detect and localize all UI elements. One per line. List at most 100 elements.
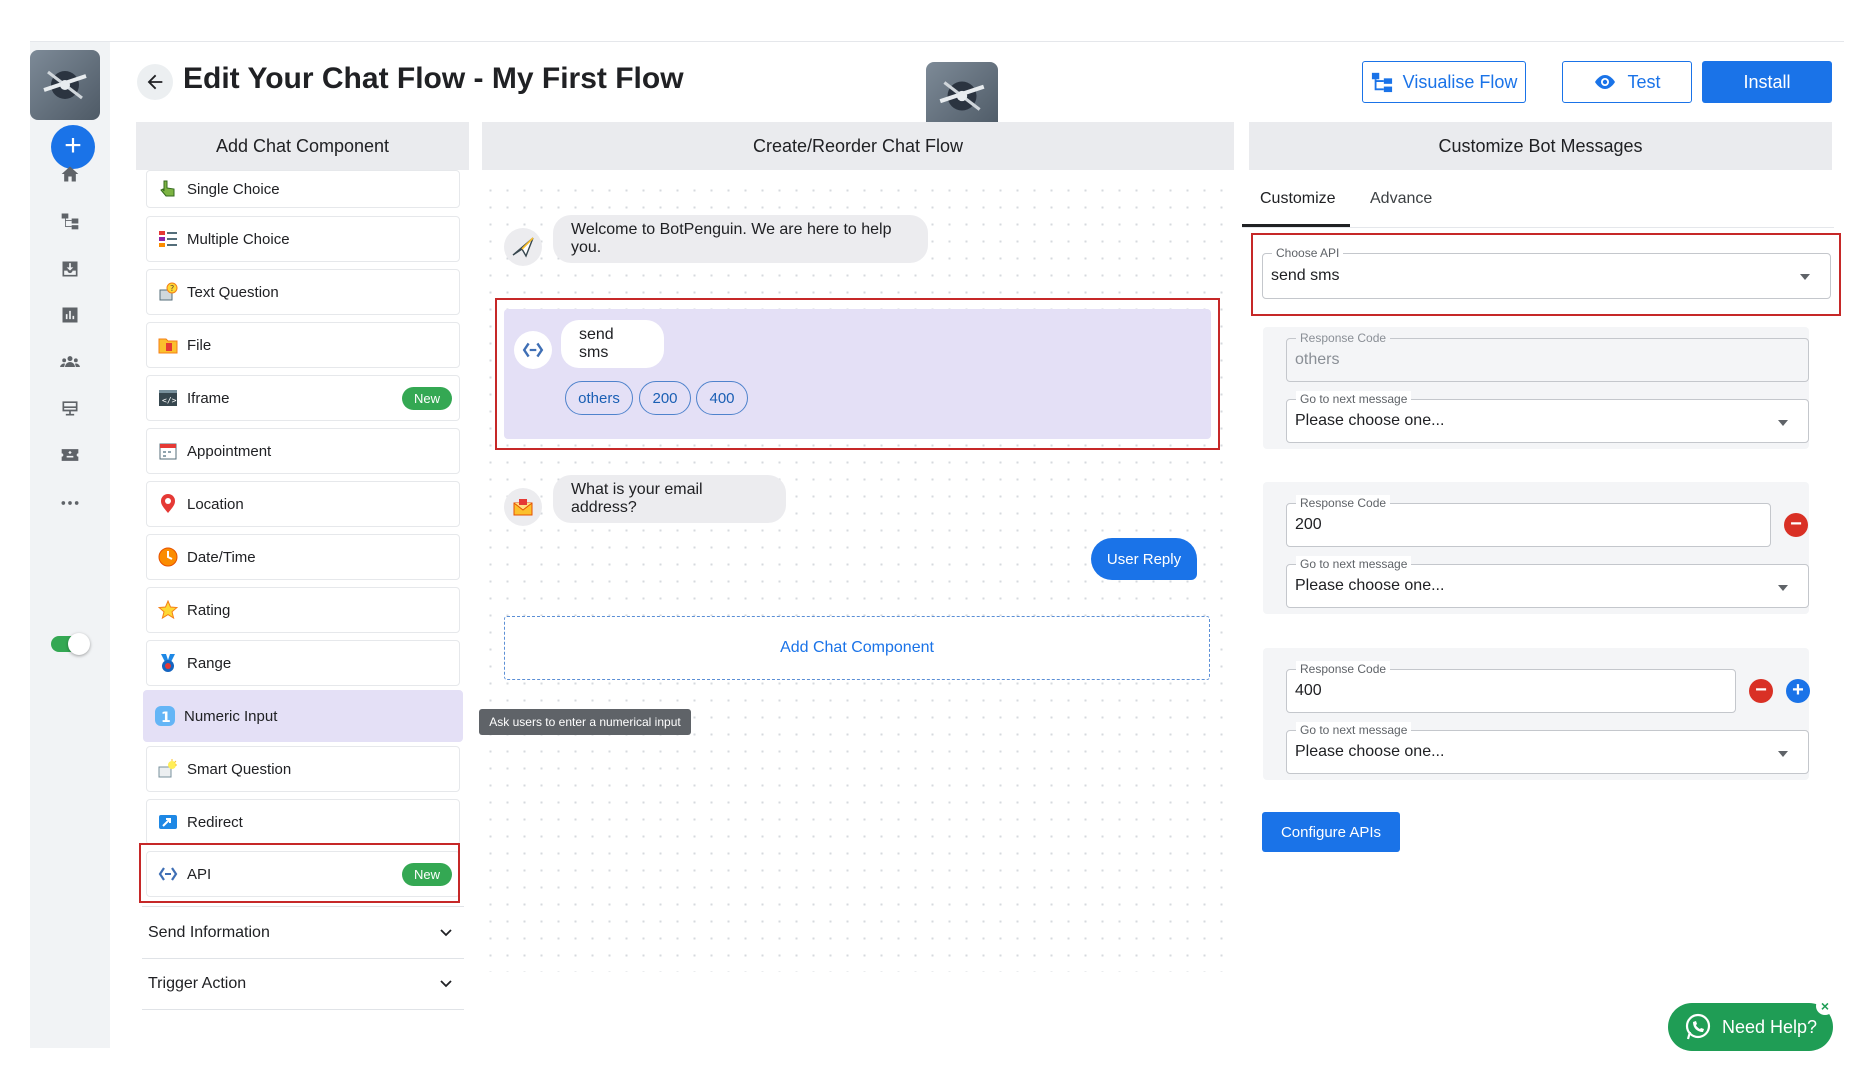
component-file[interactable]: File [146,322,460,368]
remove-response-200-button[interactable]: − [1784,513,1808,537]
visualise-flow-button[interactable]: Visualise Flow [1362,61,1526,103]
component-location[interactable]: Location [146,481,460,527]
field-label: Response Code [1296,330,1391,346]
response-code-input-others[interactable]: Response Code others [1286,330,1809,382]
code-window-icon: </> [157,387,179,409]
clock-icon [157,546,179,568]
tab-customize[interactable]: Customize [1260,190,1336,208]
choose-api-select[interactable]: Choose API send sms [1262,245,1831,299]
component-label: Location [187,495,244,513]
field-label: Response Code [1296,495,1391,511]
next-message-select-200[interactable]: Go to next message Please choose one... [1286,556,1809,608]
next-message-select-400[interactable]: Go to next message Please choose one... [1286,722,1809,774]
bot-logo-icon [939,81,985,111]
next-message-select-others[interactable]: Go to next message Please choose one... [1286,391,1809,443]
response-code-input-400[interactable]: Response Code 400 [1286,661,1736,713]
range-medal-icon [157,652,179,674]
svg-text:?: ? [170,284,174,293]
logo-icon [43,70,87,100]
new-badge: New [401,387,452,410]
flow-diagram-icon [1371,72,1392,93]
hand-pointer-icon [157,178,179,200]
need-help-button[interactable]: Need Help? [1668,1003,1833,1051]
user-reply-button[interactable]: User Reply [1091,538,1197,580]
users-icon[interactable] [55,347,85,377]
eye-icon [1595,75,1616,89]
component-appointment[interactable]: Appointment [146,428,460,474]
redirect-arrow-icon [157,811,179,833]
configure-apis-button[interactable]: Configure APIs [1262,812,1400,852]
accordion-trigger-action[interactable]: Trigger Action [142,958,464,1010]
component-api[interactable]: API New [146,851,460,897]
component-label: API [187,865,212,883]
accordion-send-information[interactable]: Send Information [142,906,464,958]
page-title: Edit Your Chat Flow - My First Flow [183,62,684,95]
chip-400[interactable]: 400 [696,381,748,415]
component-redirect[interactable]: Redirect [146,799,460,845]
next-message-value: Please choose one... [1295,412,1445,429]
component-label: Range [187,654,232,672]
add-chat-component-dropzone[interactable]: Add Chat Component [504,616,1210,680]
visualise-flow-label: Visualise Flow [1402,71,1518,92]
accordion-label: Trigger Action [148,975,247,992]
chevron-down-icon [440,980,452,988]
svg-text:1: 1 [161,710,171,726]
field-label: Choose API [1272,245,1344,261]
flow-tree-icon[interactable] [55,206,85,236]
botpenguin-logo[interactable] [30,50,100,120]
response-code-placeholder: others [1295,351,1340,368]
envelope-icon [504,488,542,526]
monitor-icon[interactable] [55,393,85,423]
new-badge: New [401,863,452,886]
customize-messages-header: Customize Bot Messages [1249,122,1832,170]
numeric-input-tooltip: Ask users to enter a numerical input [479,709,691,735]
ticket-icon[interactable] [55,440,85,470]
component-date-time[interactable]: Date/Time [146,534,460,580]
bot-avatar [926,62,998,130]
component-single-choice[interactable]: Single Choice [146,170,460,208]
component-label: Rating [187,601,231,619]
add-component-header: Add Chat Component [136,122,469,170]
whatsapp-icon [1685,1013,1711,1040]
list-choice-icon [157,228,179,250]
inbox-download-icon[interactable] [55,254,85,284]
more-icon[interactable] [55,488,85,518]
need-help-label: Need Help? [1721,1016,1818,1037]
create-flow-header: Create/Reorder Chat Flow [482,122,1234,170]
component-iframe[interactable]: </> Iframe New [146,375,460,421]
component-multiple-choice[interactable]: Multiple Choice [146,216,460,262]
field-label: Go to next message [1296,391,1412,407]
top-divider [30,41,1844,42]
email-question-message[interactable]: What is your email address? [553,475,786,523]
remove-response-400-button[interactable]: − [1749,679,1773,703]
api-brackets-icon [514,331,552,369]
home-icon[interactable] [55,159,85,189]
back-button[interactable] [137,64,173,100]
component-label: Single Choice [187,180,280,198]
analytics-icon[interactable] [55,300,85,330]
install-button[interactable]: Install [1702,61,1832,103]
response-code-input-200[interactable]: Response Code 200 [1286,495,1771,547]
component-range[interactable]: Range [146,640,460,686]
component-text-question[interactable]: ? Text Question [146,269,460,315]
response-code-value: 400 [1295,682,1322,699]
bot-status-toggle[interactable] [51,633,90,655]
field-label: Go to next message [1296,556,1412,572]
close-help-icon[interactable]: × [1816,997,1834,1015]
component-numeric-input[interactable]: 1 Numeric Input [143,690,463,742]
tabs-divider [1242,227,1834,228]
component-smart-question[interactable]: Smart Question [146,746,460,792]
calendar-icon [157,440,179,462]
chip-others[interactable]: others [565,381,633,415]
chevron-down-icon [440,928,452,936]
component-label: File [187,336,212,354]
next-message-value: Please choose one... [1295,577,1445,594]
test-button[interactable]: Test [1562,61,1692,103]
chip-200[interactable]: 200 [639,381,691,415]
field-label: Response Code [1296,661,1391,677]
add-response-button[interactable]: + [1786,679,1810,703]
component-label: Iframe [187,389,230,407]
tab-advance[interactable]: Advance [1370,190,1432,208]
welcome-message[interactable]: Welcome to BotPenguin. We are here to he… [553,215,928,263]
component-rating[interactable]: Rating [146,587,460,633]
